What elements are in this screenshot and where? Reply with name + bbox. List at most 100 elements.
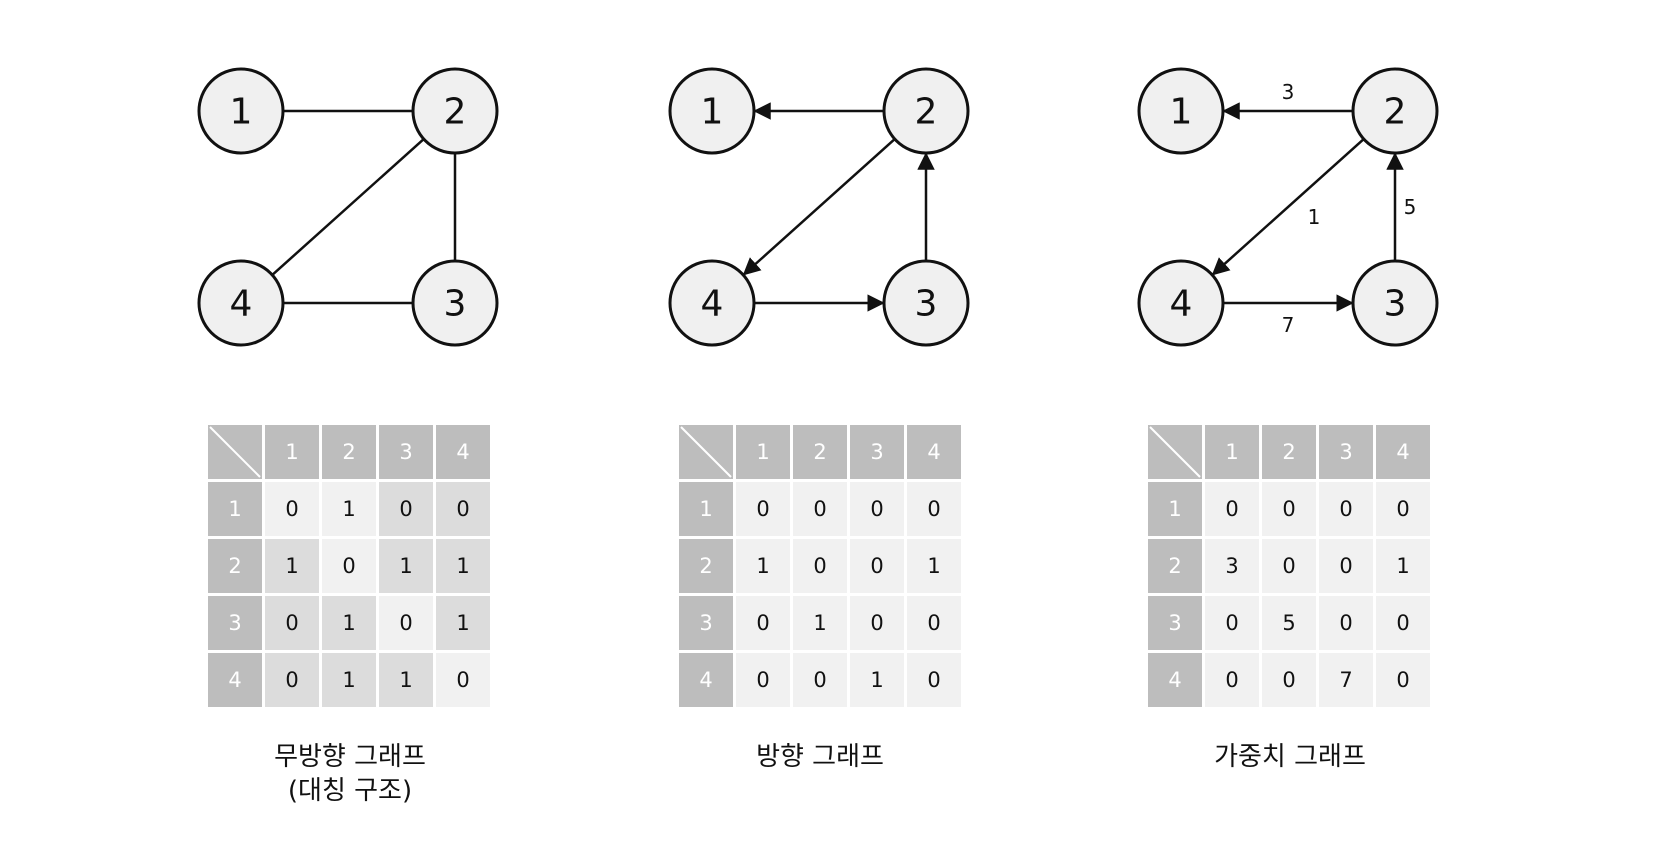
matrix-header-row: 1234 [208,425,490,479]
node-label-weighted-1: 1 [1170,92,1193,133]
matrix-cell: 1 [907,539,961,593]
matrix-row-header: 1 [1148,482,1202,536]
matrix-cell: 0 [1376,653,1430,707]
matrix-column-header: 2 [793,425,847,479]
node-directed-2: 2 [882,67,970,155]
matrix-cell: 0 [1319,596,1373,650]
edge-weighted-2-4 [1211,138,1365,276]
node-label-directed-4: 4 [701,284,724,325]
matrix-row: 30500 [1148,596,1430,650]
matrix-cell: 0 [1376,596,1430,650]
matrix-cell: 0 [1262,482,1316,536]
matrix-column-header: 2 [322,425,376,479]
edge-weight-weighted-4-3: 7 [1282,313,1295,337]
matrix-cell: 0 [1205,653,1259,707]
matrix-row: 21001 [679,539,961,593]
matrix-cell: 0 [379,596,433,650]
matrix-cell: 1 [436,596,490,650]
edge-weight-weighted-2-1: 3 [1282,80,1295,104]
node-label-directed-2: 2 [915,92,938,133]
matrix-column-header: 3 [379,425,433,479]
matrix-column-header: 3 [850,425,904,479]
matrix-header-row: 1234 [1148,425,1430,479]
node-label-directed-1: 1 [701,92,724,133]
matrix-row: 40110 [208,653,490,707]
matrix-column-header: 3 [1319,425,1373,479]
matrix-column-header: 4 [907,425,961,479]
matrix-cell: 0 [850,482,904,536]
node-undirected-3: 3 [411,259,499,347]
node-undirected-2: 2 [411,67,499,155]
matrix-column-header: 2 [1262,425,1316,479]
node-label-undirected-1: 1 [230,92,253,133]
matrix-cell: 0 [736,596,790,650]
adjacency-matrix-weighted: 123410000230013050040070 [1145,422,1433,710]
matrix-cell: 0 [1376,482,1430,536]
node-weighted-4: 4 [1137,259,1225,347]
matrix-cell: 0 [907,596,961,650]
matrix-cell: 0 [1262,653,1316,707]
matrix-row: 10000 [1148,482,1430,536]
matrix-cell: 0 [850,539,904,593]
caption-directed-title: 방향 그래프 [756,742,884,772]
node-directed-3: 3 [882,259,970,347]
matrix-column-header: 1 [265,425,319,479]
matrix-cell: 1 [322,482,376,536]
matrix-cell: 5 [1262,596,1316,650]
node-label-directed-3: 3 [915,284,938,325]
matrix-row: 30100 [679,596,961,650]
matrix-row: 23001 [1148,539,1430,593]
matrix-cell: 0 [736,653,790,707]
node-directed-1: 1 [668,67,756,155]
matrix-cell: 1 [322,653,376,707]
matrix-corner-cell [679,425,733,479]
matrix-row: 21011 [208,539,490,593]
matrix-cell: 0 [379,482,433,536]
matrix-cell: 1 [1376,539,1430,593]
matrix-cell: 0 [1319,482,1373,536]
matrix-cell: 0 [850,596,904,650]
matrix-row: 40010 [679,653,961,707]
matrix-cell: 0 [907,482,961,536]
matrix-cell: 1 [379,539,433,593]
matrix-row-header: 2 [208,539,262,593]
caption-weighted-title: 가중치 그래프 [1214,742,1366,772]
node-weighted-3: 3 [1351,259,1439,347]
matrix-row-header: 2 [1148,539,1202,593]
matrix-row-header: 4 [679,653,733,707]
node-weighted-2: 2 [1351,67,1439,155]
matrix-cell: 3 [1205,539,1259,593]
adjacency-matrix-directed: 123410000210013010040010 [676,422,964,710]
node-label-weighted-3: 3 [1384,284,1407,325]
matrix-cell: 0 [907,653,961,707]
matrix-cell: 0 [265,482,319,536]
matrix-cell: 1 [850,653,904,707]
matrix-cell: 0 [793,539,847,593]
node-label-undirected-3: 3 [444,284,467,325]
matrix-cell: 0 [793,653,847,707]
matrix-row-header: 4 [1148,653,1202,707]
matrix-row-header: 1 [208,482,262,536]
matrix-row: 30101 [208,596,490,650]
node-label-weighted-2: 2 [1384,92,1407,133]
matrix-column-header: 4 [1376,425,1430,479]
matrix-corner-cell [208,425,262,479]
caption-undirected-subtitle: (대칭 구조) [287,776,413,806]
matrix-column-header: 1 [736,425,790,479]
caption-undirected: 무방향 그래프 (대칭 구조) [200,740,500,808]
matrix-cell: 0 [736,482,790,536]
matrix-cell: 0 [265,653,319,707]
matrix-cell: 0 [436,653,490,707]
edge-directed-2-4 [742,138,896,276]
matrix-row-header: 3 [1148,596,1202,650]
matrix-row-header: 3 [208,596,262,650]
matrix-column-header: 4 [436,425,490,479]
matrix-row-header: 4 [208,653,262,707]
matrix-row: 40070 [1148,653,1430,707]
caption-undirected-title: 무방향 그래프 [274,742,426,772]
matrix-header-row: 1234 [679,425,961,479]
node-directed-4: 4 [668,259,756,347]
matrix-column-header: 1 [1205,425,1259,479]
matrix-cell: 1 [379,653,433,707]
matrix-cell: 0 [1205,482,1259,536]
